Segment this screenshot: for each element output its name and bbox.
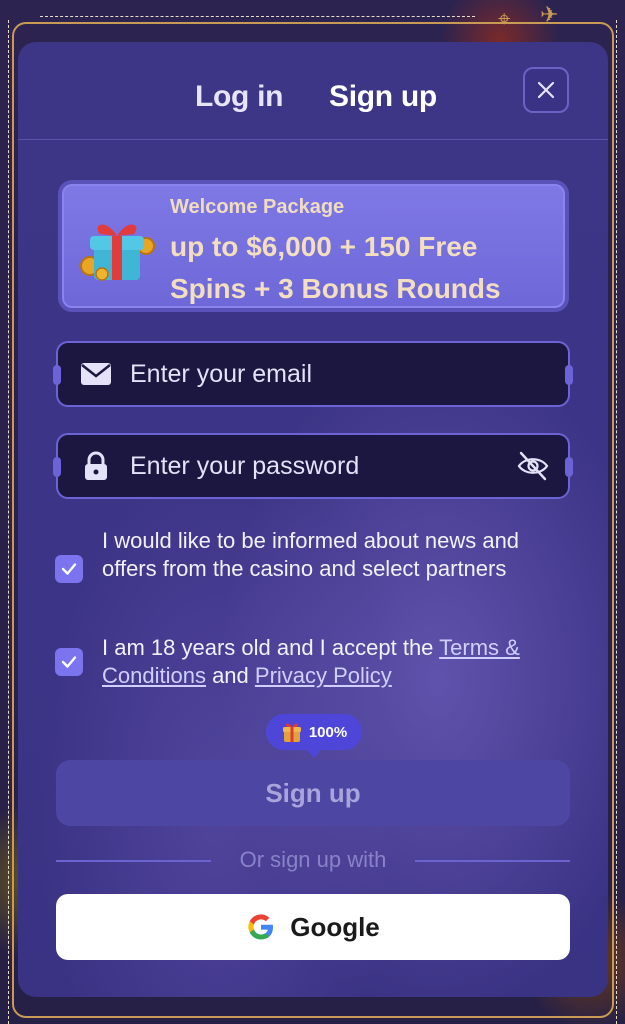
- close-icon: [537, 81, 555, 99]
- tab-login[interactable]: Log in: [195, 80, 283, 114]
- signup-button[interactable]: Sign up: [56, 760, 570, 826]
- field-notch: [565, 365, 573, 385]
- field-notch: [53, 365, 61, 385]
- news-consent-label: I would like to be informed about news a…: [102, 528, 520, 581]
- close-button[interactable]: [523, 67, 569, 113]
- privacy-policy-link[interactable]: Privacy Policy: [255, 663, 392, 688]
- gift-icon: [282, 723, 301, 742]
- background-dash: [40, 16, 475, 17]
- mail-icon: [81, 363, 111, 385]
- bonus-badge: 100%: [266, 714, 362, 758]
- terms-consent-label: I am 18 years old and I accept the Terms…: [102, 634, 572, 690]
- terms-consent-checkbox[interactable]: [55, 648, 83, 676]
- promo-title: Welcome Package: [170, 196, 345, 218]
- background-dash: [8, 20, 9, 1024]
- background-dash: [616, 20, 617, 1024]
- check-icon: [61, 656, 77, 668]
- password-field[interactable]: [53, 433, 573, 499]
- airplane-icon: ✈: [540, 2, 559, 27]
- field-notch: [53, 457, 61, 477]
- field-notch: [565, 457, 573, 477]
- divider-line: [415, 860, 570, 862]
- password-input[interactable]: [130, 435, 510, 497]
- email-field[interactable]: [53, 341, 573, 407]
- tab-signup[interactable]: Sign up: [329, 80, 437, 114]
- email-input[interactable]: [130, 343, 510, 405]
- terms-consent-prefix: I am 18 years old and I accept the: [102, 635, 440, 660]
- google-signup-button[interactable]: Google: [56, 894, 570, 960]
- map-pin-icon: ⌖: [498, 6, 511, 31]
- check-icon: [61, 563, 77, 575]
- social-divider: Or sign up with: [56, 847, 570, 877]
- google-button-label: Google: [290, 911, 380, 942]
- promo-offer: up to $6,000 + 150 Free Spins + 3 Bonus …: [170, 231, 501, 304]
- google-icon: [248, 914, 274, 940]
- terms-consent-middle: and: [205, 663, 255, 688]
- lock-icon: [85, 451, 107, 480]
- eye-off-icon[interactable]: [516, 449, 550, 483]
- signup-modal: Log in Sign up Welcome Package up to $6,…: [18, 42, 608, 997]
- gift-icon: [80, 224, 155, 281]
- auth-tabs: Log in Sign up: [18, 42, 608, 140]
- welcome-promo-banner: Welcome Package up to $6,000 + 150 Free …: [58, 180, 569, 312]
- news-consent-checkbox[interactable]: [55, 555, 83, 583]
- bonus-badge-label: 100%: [308, 723, 348, 741]
